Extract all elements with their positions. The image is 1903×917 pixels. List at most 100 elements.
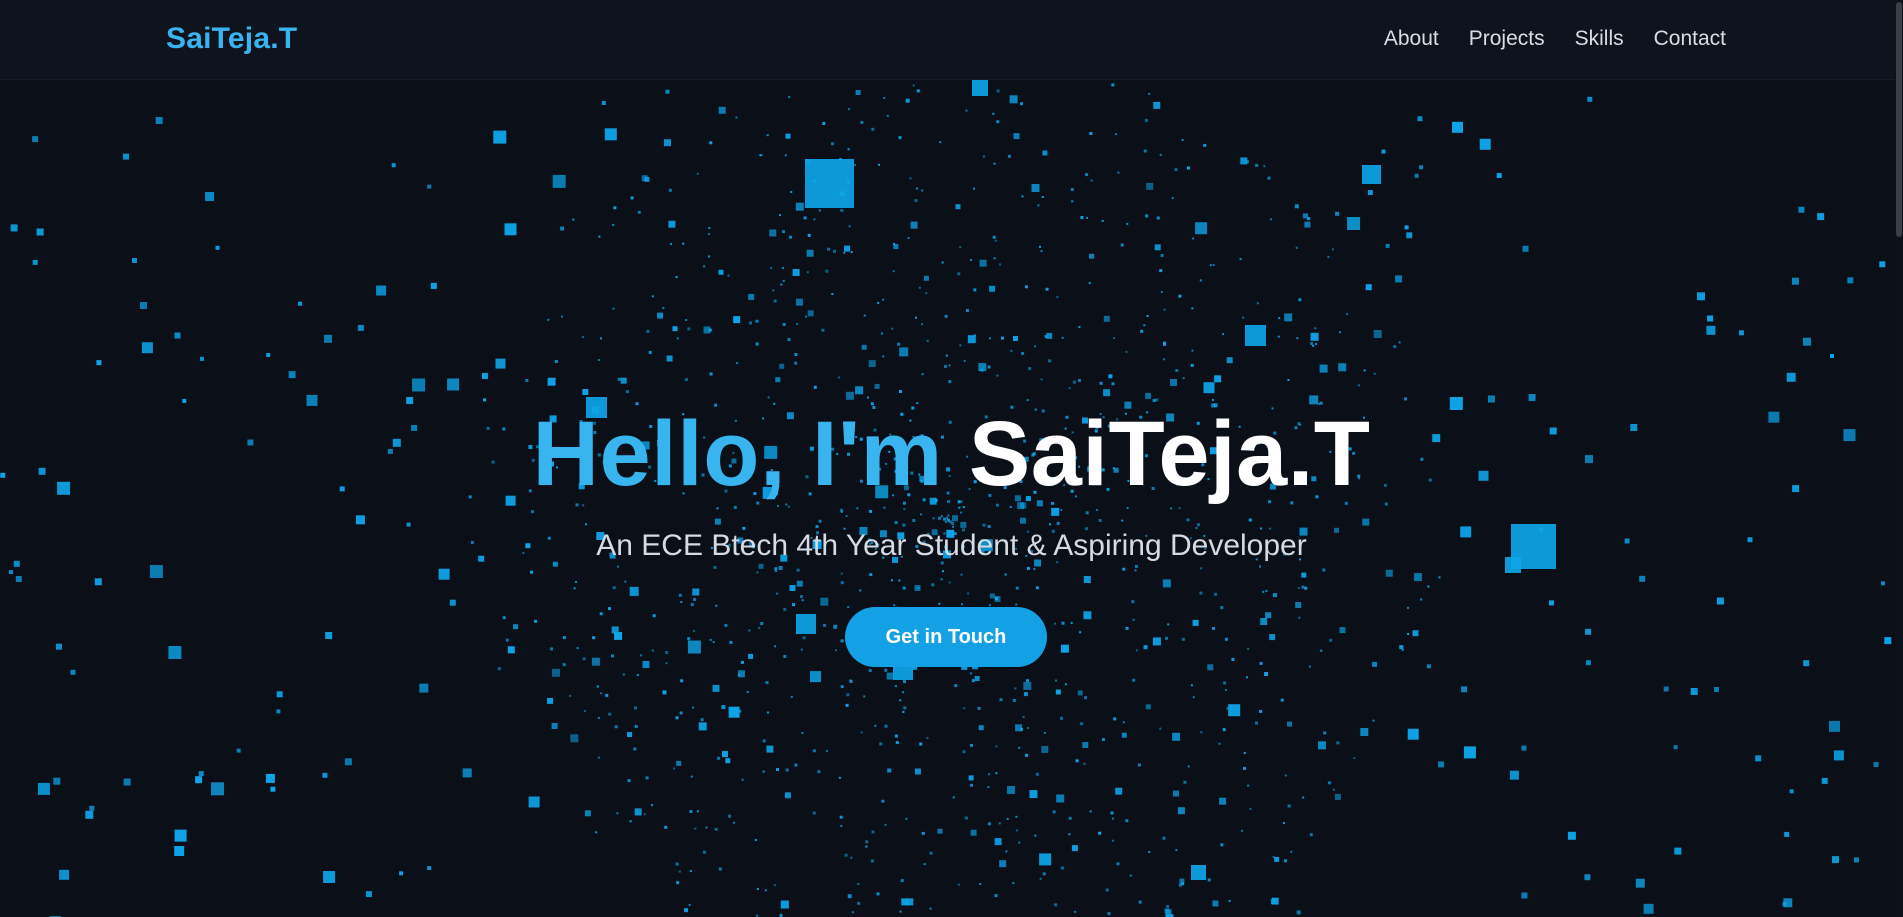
particle bbox=[1124, 412, 1127, 415]
particle bbox=[696, 172, 699, 175]
particle bbox=[1055, 689, 1061, 695]
particle bbox=[1362, 165, 1381, 184]
particle bbox=[892, 494, 895, 497]
particle bbox=[276, 709, 281, 714]
particle bbox=[896, 440, 899, 443]
particle bbox=[1438, 761, 1445, 768]
page-scrollbar[interactable] bbox=[1895, 0, 1903, 917]
nav-link-contact[interactable]: Contact bbox=[1654, 27, 1726, 51]
particle bbox=[1026, 399, 1029, 402]
particle bbox=[1302, 796, 1305, 799]
particle bbox=[900, 555, 903, 558]
particle bbox=[1103, 315, 1110, 322]
particle bbox=[692, 588, 700, 596]
get-in-touch-button[interactable]: Get in Touch bbox=[845, 607, 1047, 667]
particle bbox=[323, 871, 336, 883]
particle bbox=[1585, 455, 1593, 464]
particle bbox=[756, 571, 759, 574]
particle bbox=[1755, 755, 1762, 762]
nav-link-projects[interactable]: Projects bbox=[1469, 27, 1545, 51]
particle bbox=[573, 587, 576, 590]
particle bbox=[1549, 600, 1554, 606]
particle bbox=[1063, 484, 1066, 487]
particle bbox=[1624, 538, 1630, 544]
particle bbox=[1716, 597, 1724, 605]
particle bbox=[597, 756, 600, 759]
particle bbox=[926, 532, 930, 536]
particle bbox=[612, 586, 616, 590]
particle bbox=[693, 598, 697, 601]
particle bbox=[957, 272, 961, 276]
particle bbox=[236, 748, 241, 753]
particle bbox=[714, 403, 718, 407]
particle bbox=[1094, 429, 1098, 433]
particle bbox=[784, 154, 787, 157]
particle bbox=[784, 792, 791, 799]
nav-link-about[interactable]: About bbox=[1384, 27, 1439, 51]
particle bbox=[1132, 618, 1135, 621]
particle bbox=[865, 840, 869, 844]
particle bbox=[716, 507, 719, 510]
particle bbox=[1373, 372, 1376, 375]
particle bbox=[926, 339, 929, 342]
particle bbox=[1108, 374, 1113, 379]
particle bbox=[629, 586, 639, 596]
particle bbox=[905, 817, 908, 820]
particle bbox=[1040, 378, 1043, 381]
particle bbox=[392, 438, 401, 447]
particle bbox=[775, 483, 778, 486]
particle bbox=[1297, 586, 1300, 589]
particle bbox=[325, 632, 333, 639]
scrollbar-thumb[interactable] bbox=[1896, 2, 1902, 237]
particle bbox=[926, 442, 929, 445]
particle bbox=[609, 552, 616, 559]
particle bbox=[1643, 903, 1654, 914]
particle bbox=[923, 275, 929, 281]
particle bbox=[734, 419, 737, 422]
particle bbox=[999, 698, 1003, 702]
particle bbox=[1344, 501, 1348, 505]
particle bbox=[1163, 308, 1166, 311]
particle bbox=[1144, 118, 1148, 122]
particle bbox=[886, 114, 889, 117]
particle bbox=[1309, 833, 1313, 837]
particle bbox=[1256, 302, 1259, 305]
particle bbox=[1367, 190, 1373, 195]
particle bbox=[1817, 213, 1825, 221]
particle bbox=[611, 654, 614, 658]
particle bbox=[1357, 474, 1361, 478]
particle bbox=[931, 529, 938, 536]
particle bbox=[1336, 741, 1340, 745]
particle bbox=[782, 230, 785, 234]
particle bbox=[796, 580, 803, 587]
particle bbox=[1884, 637, 1892, 645]
particle bbox=[1432, 434, 1441, 443]
particle bbox=[1174, 168, 1178, 172]
particle bbox=[1203, 143, 1207, 147]
particle bbox=[575, 580, 577, 583]
particle bbox=[918, 473, 921, 476]
particle bbox=[940, 578, 943, 581]
particle bbox=[1137, 763, 1141, 767]
particle bbox=[648, 350, 652, 354]
brand-logo[interactable]: SaiTeja.T bbox=[166, 22, 297, 56]
particle bbox=[1738, 330, 1744, 336]
particle bbox=[1714, 687, 1719, 692]
particle bbox=[943, 550, 951, 559]
particle bbox=[1263, 165, 1266, 168]
particle bbox=[1296, 337, 1299, 340]
particle bbox=[1195, 222, 1208, 235]
particle bbox=[820, 597, 829, 606]
particle bbox=[1222, 728, 1226, 732]
particle bbox=[921, 831, 925, 835]
particle bbox=[885, 462, 888, 465]
particle bbox=[1207, 878, 1211, 882]
nav-link-skills[interactable]: Skills bbox=[1575, 27, 1624, 51]
particle bbox=[1156, 216, 1160, 220]
particle bbox=[1249, 808, 1252, 810]
particle bbox=[1358, 477, 1361, 480]
particle bbox=[1522, 245, 1529, 252]
particle bbox=[1035, 586, 1039, 590]
particle bbox=[582, 504, 585, 507]
particle bbox=[1798, 206, 1805, 213]
